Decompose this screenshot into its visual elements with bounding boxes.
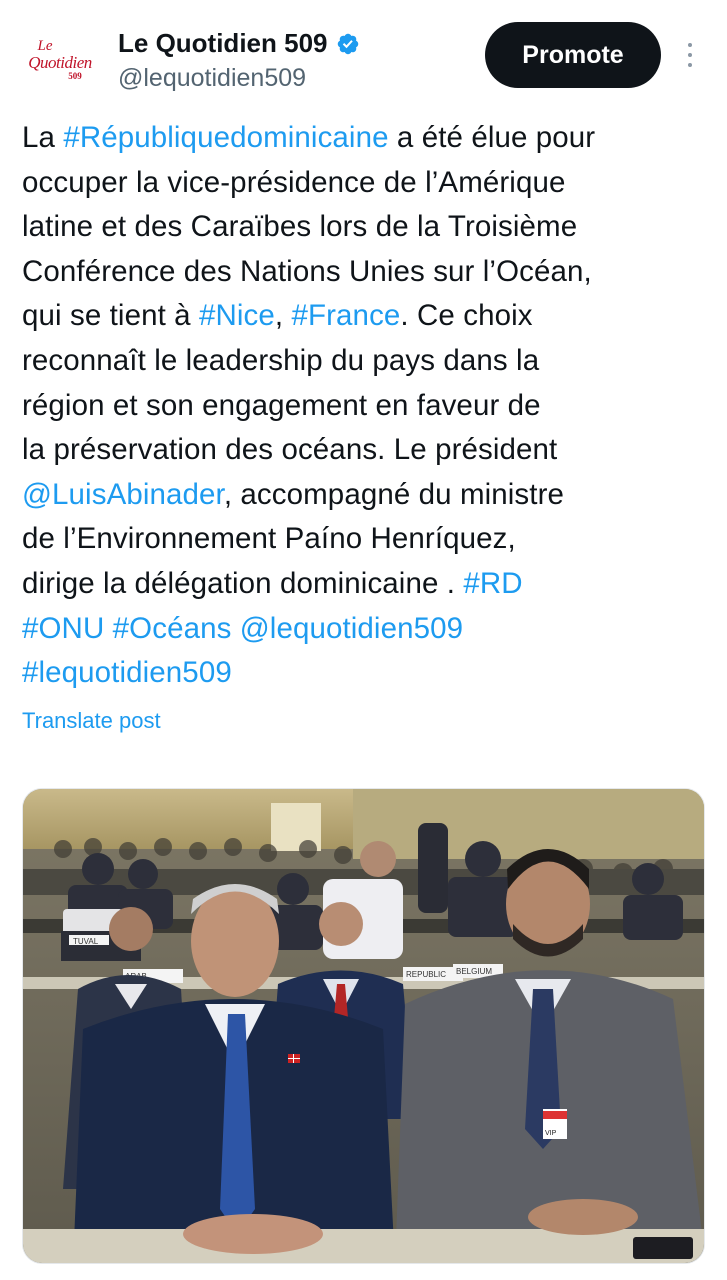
hashtag-link[interactable]: #Océans xyxy=(113,612,232,645)
post-text-line: région et son engagement en faveur de xyxy=(22,384,712,429)
post-text-segment xyxy=(104,612,112,645)
post-text-segment: Conférence des Nations Unies sur l’Océan… xyxy=(22,254,592,288)
hashtag-link[interactable]: #Républiquedominicaine xyxy=(63,121,388,154)
post-text-line: #lequotidien509 xyxy=(22,651,712,696)
post-text-segment: La xyxy=(22,121,64,154)
hashtag-link[interactable]: #RD xyxy=(463,567,522,600)
post-header: Le Quotidien 509 Le Quotidien 509 @lequo… xyxy=(0,0,727,110)
post-text-line: reconnaît le leadership du pays dans la xyxy=(22,339,712,384)
post-text-segment: . Ce choix xyxy=(400,299,533,333)
name-row: Le Quotidien 509 xyxy=(118,28,360,59)
post-text-line: qui se tient à #Nice, #France. Ce choix xyxy=(22,294,712,339)
promote-button[interactable]: Promote xyxy=(485,22,661,88)
nameplate-1: TUVAL xyxy=(73,937,99,946)
mention-link[interactable]: @LuisAbinader xyxy=(22,478,224,511)
post-text-line: latine et des Caraïbes lors de la Troisi… xyxy=(22,205,712,250)
post-text-segment: de l’Environnement Paíno Henríquez, xyxy=(22,522,516,556)
avatar-text-line-2: Quotidien xyxy=(28,53,92,72)
post-text-line: dirige la délégation dominicaine . #RD xyxy=(22,562,712,607)
post-text: La #Républiquedominicaine a été élue pou… xyxy=(22,116,712,696)
post-text-line: @LuisAbinader, accompagné du ministre xyxy=(22,473,712,518)
post-text-segment: reconnaît le leadership du pays dans la xyxy=(22,343,540,377)
mention-link[interactable]: @lequotidien509 xyxy=(240,612,463,645)
verified-badge-icon[interactable] xyxy=(336,32,360,56)
post-text-line: La #Républiquedominicaine a été élue pou… xyxy=(22,116,712,161)
post-text-segment: latine et des Caraïbes lors de la Troisi… xyxy=(22,210,578,244)
post-text-segment: a été élue pour xyxy=(388,121,596,154)
post-text-line: Conférence des Nations Unies sur l’Océan… xyxy=(22,250,712,295)
post-text-segment: dirige la délégation dominicaine . xyxy=(22,566,464,600)
avatar[interactable]: Le Quotidien 509 xyxy=(22,32,98,88)
post-photo[interactable]: TUVAL ARAB REPUBLIC BELGIUM VIP xyxy=(22,788,705,1264)
avatar-text-line-3: 509 xyxy=(68,71,82,81)
post-text-line: occuper la vice-présidence de l’Amérique xyxy=(22,161,712,206)
more-vertical-icon[interactable] xyxy=(680,40,700,70)
post-text-line: #ONU #Océans @lequotidien509 xyxy=(22,607,712,652)
post-text-segment: , xyxy=(274,299,292,333)
translate-post-link[interactable]: Translate post xyxy=(22,708,161,734)
nameplate-4: BELGIUM xyxy=(456,967,492,976)
post-text-line: la préservation des océans. Le président xyxy=(22,428,712,473)
post-text-segment: qui se tient à xyxy=(22,299,199,333)
post-text-segment: la préservation des océans. Le président xyxy=(22,433,558,467)
post-text-line: de l’Environnement Paíno Henríquez, xyxy=(22,517,712,562)
hashtag-link[interactable]: #Nice xyxy=(199,299,275,332)
conference-photo: TUVAL ARAB REPUBLIC BELGIUM VIP xyxy=(23,789,704,1263)
avatar-text-line-1: Le xyxy=(37,38,53,54)
nameplate-3: REPUBLIC xyxy=(406,970,446,979)
display-name[interactable]: Le Quotidien 509 xyxy=(118,28,328,59)
hashtag-link[interactable]: #lequotidien509 xyxy=(22,656,232,689)
hashtag-link[interactable]: #ONU xyxy=(22,612,104,645)
post-text-segment: occuper la vice-présidence de l’Amérique xyxy=(22,165,566,199)
hashtag-link[interactable]: #France xyxy=(292,299,401,332)
post-text-segment xyxy=(231,612,239,645)
post-text-segment: région et son engagement en faveur de xyxy=(22,388,541,422)
post-text-segment: , accompagné du ministre xyxy=(223,477,565,511)
badge-label: VIP xyxy=(545,1130,557,1137)
handle[interactable]: @lequotidien509 xyxy=(118,64,306,93)
